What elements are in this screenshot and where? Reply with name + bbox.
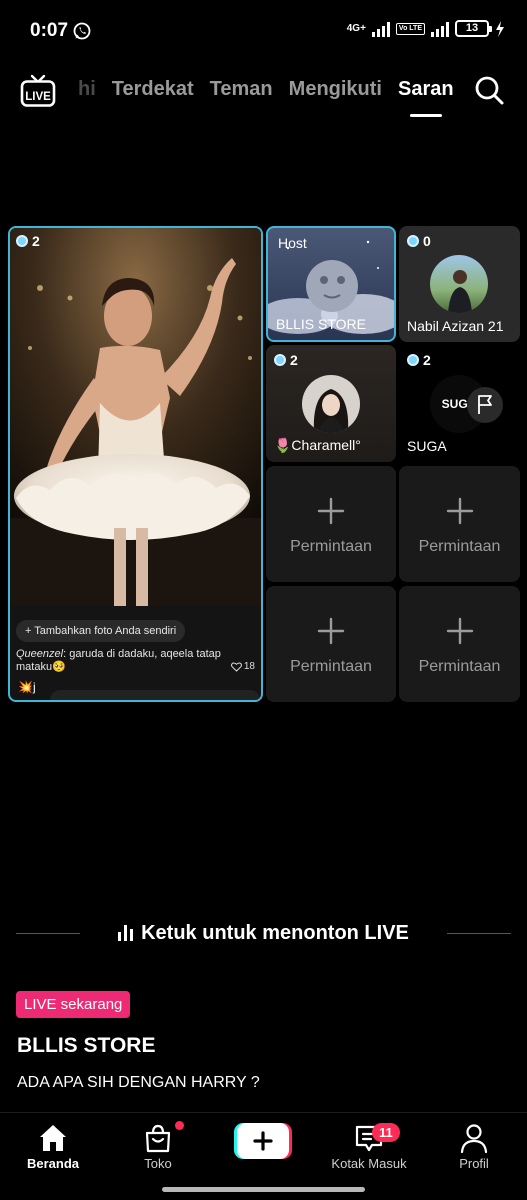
status-time: 0:07	[30, 20, 69, 41]
host-label: Host	[278, 235, 307, 251]
live-icon-text: LIVE	[25, 91, 51, 103]
viewer-count-badge: 2	[274, 352, 298, 368]
notification-dot	[175, 1121, 184, 1130]
likes-counter: 18	[230, 661, 255, 672]
inbox-count-badge: 11	[372, 1123, 400, 1142]
viewer-icon	[274, 354, 286, 366]
viewer-icon	[407, 354, 419, 366]
request-slot[interactable]: Permintaan	[399, 466, 520, 582]
guest-tile-suga[interactable]: 2 SUGA SUGA	[399, 345, 520, 462]
signal-icon	[371, 21, 390, 37]
ballet-dancer-image	[10, 228, 261, 606]
guest-name: 🌷Charamell°	[274, 437, 361, 453]
status-bar: 0:07 4G+ Vo LTE 13	[0, 0, 527, 62]
tab-mengikuti[interactable]: Mengikuti	[289, 78, 382, 101]
divider	[16, 932, 80, 934]
comment-user: Queenzel	[16, 648, 64, 660]
avatar-image	[313, 389, 349, 433]
viewer-count: 2	[32, 233, 40, 249]
streamer-name[interactable]: BLLIS STORE	[17, 1034, 155, 1058]
tab-saran[interactable]: Saran	[398, 78, 454, 117]
avatar-image	[448, 270, 472, 313]
nav-home[interactable]: Beranda	[8, 1121, 98, 1171]
request-slot[interactable]: Permintaan	[266, 586, 396, 702]
create-icon[interactable]	[234, 1123, 292, 1159]
nav-label: Toko	[144, 1156, 172, 1171]
charging-icon	[496, 20, 504, 37]
request-label: Permintaan	[418, 538, 501, 555]
request-slot[interactable]: Permintaan	[399, 586, 520, 702]
signal-icon-2	[431, 21, 449, 37]
comment-input-bar[interactable]	[50, 690, 260, 700]
plus-icon	[446, 497, 473, 525]
search-icon[interactable]	[473, 74, 505, 106]
nav-label: Profil	[459, 1156, 489, 1171]
plus-icon	[317, 497, 345, 525]
request-label: Permintaan	[290, 658, 372, 675]
nav-shop[interactable]: Toko	[113, 1121, 203, 1171]
live-video-preview	[10, 228, 261, 606]
live-comment: Queenzel: garuda di dadaku, aqeela tatap…	[16, 648, 228, 674]
nav-label: Beranda	[26, 1156, 80, 1171]
status-indicators: 4G+ Vo LTE 13	[347, 20, 505, 37]
nav-profile[interactable]: Profil	[429, 1121, 519, 1171]
viewer-count-badge: 0	[407, 233, 431, 249]
watch-live-text-wrap: Ketuk untuk menonton LIVE	[118, 922, 409, 945]
guest-tile-nabil[interactable]: 0 Nabil Azizan 21	[399, 226, 520, 342]
viewer-count-badge: 2	[407, 352, 431, 368]
shop-bag-icon	[145, 1124, 171, 1153]
plus-icon	[317, 617, 345, 645]
tab-hi[interactable]: hi	[78, 78, 96, 101]
network-type: 4G+	[346, 22, 366, 34]
watch-live-text: Ketuk untuk menonton LIVE	[141, 921, 409, 944]
heart-icon	[230, 662, 242, 672]
guest-name: SUGA	[407, 438, 447, 454]
viewer-count-badge: 2	[16, 233, 40, 249]
tab-terdekat[interactable]: Terdekat	[112, 78, 194, 101]
tab-teman[interactable]: Teman	[210, 78, 273, 101]
viewer-icon	[407, 235, 419, 247]
main-live-card[interactable]: 2 + Tambahkan foto Anda sendiri Queenzel…	[8, 226, 263, 702]
viewer-icon	[16, 235, 28, 247]
avatar	[302, 375, 360, 433]
top-nav: LIVE hi Terdekat Teman Mengikuti Saran	[0, 62, 527, 122]
volte-icon: Vo LTE	[395, 22, 425, 35]
divider	[447, 932, 511, 934]
plus-icon	[446, 617, 473, 645]
viewer-count: 0	[423, 233, 431, 249]
nav-inbox[interactable]: 11 Kotak Masuk	[324, 1121, 414, 1171]
stream-title: ADA APA SIH DENGAN HARRY ?	[17, 1074, 260, 1091]
profile-icon	[460, 1124, 488, 1154]
request-slot[interactable]: Permintaan	[266, 466, 396, 582]
nav-label: Kotak Masuk	[331, 1156, 407, 1171]
flag-icon[interactable]	[467, 387, 503, 423]
live-bars-icon	[118, 925, 134, 941]
viewer-count: 2	[290, 352, 298, 368]
battery-icon: 13	[455, 20, 492, 37]
host-name: BLLIS STORE	[276, 316, 367, 332]
live-icon[interactable]: LIVE	[20, 74, 56, 108]
tab-bar: hi Terdekat Teman Mengikuti Saran	[78, 78, 454, 117]
home-icon	[40, 1125, 66, 1151]
guest-tile-charamell[interactable]: 2 🌷Charamell°	[266, 345, 396, 462]
home-indicator[interactable]	[162, 1187, 365, 1192]
host-tile[interactable]: Host BLLIS STORE	[266, 226, 396, 342]
viewer-count: 2	[423, 352, 431, 368]
comment-emoji-line: 💥j	[18, 680, 36, 694]
watch-live-prompt[interactable]: Ketuk untuk menonton LIVE	[16, 918, 511, 948]
guest-name: Nabil Azizan 21	[407, 318, 504, 334]
request-label: Permintaan	[418, 658, 501, 675]
avatar	[430, 255, 488, 313]
live-now-badge: LIVE sekarang	[16, 991, 131, 1018]
likes-count: 18	[243, 661, 255, 672]
add-photo-button[interactable]: + Tambahkan foto Anda sendiri	[16, 620, 186, 642]
request-label: Permintaan	[290, 538, 372, 555]
whatsapp-icon	[73, 22, 91, 40]
